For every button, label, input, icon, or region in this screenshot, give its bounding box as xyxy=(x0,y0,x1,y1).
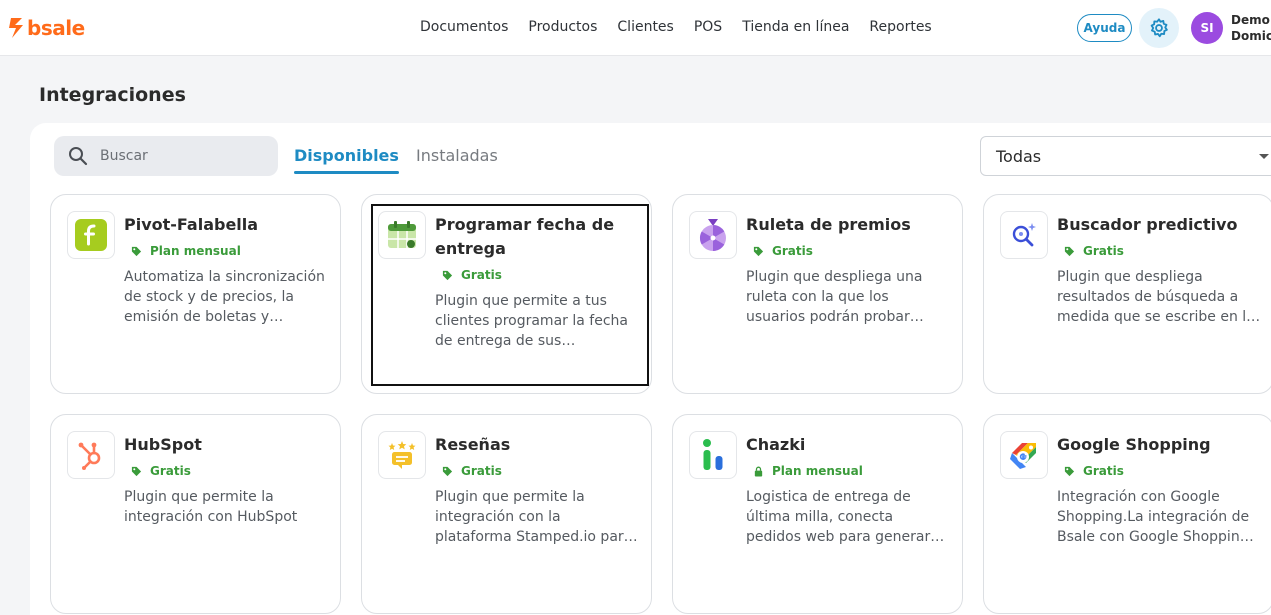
card-badge-label: Gratis xyxy=(150,464,191,478)
card-title: Google Shopping xyxy=(1057,435,1211,454)
card-badge-label: Gratis xyxy=(461,268,502,282)
card-title: Programar fecha de entrega xyxy=(435,215,615,258)
card-description: Plugin que permite la integración con la… xyxy=(435,489,633,545)
card-description: Integración con Google Shopping.La integ… xyxy=(1057,489,1250,545)
user-name-line2: Domici xyxy=(1231,29,1271,43)
card-icon-box xyxy=(1000,431,1048,479)
bsale-logo-icon xyxy=(9,18,23,38)
card-title: Buscador predictivo xyxy=(1057,215,1238,234)
card-icon-box xyxy=(1000,211,1048,259)
nav-documentos[interactable]: Documentos xyxy=(420,19,508,35)
chevron-down-icon xyxy=(1259,154,1269,159)
card-description: Plugin que permite a tus clientes progra… xyxy=(435,293,628,349)
top-bar: bsale Documentos Productos Clientes POS … xyxy=(0,0,1271,56)
tag-icon xyxy=(1064,466,1075,476)
tag-icon xyxy=(442,270,453,280)
card-badge-label: Plan mensual xyxy=(772,464,863,478)
integration-card-programar-fecha[interactable]: Programar fecha de entrega Gratis Plugin… xyxy=(361,194,652,394)
card-badge-label: Gratis xyxy=(461,464,502,478)
integration-card-ruleta-de-premios[interactable]: Ruleta de premios Gratis Plugin que desp… xyxy=(672,194,963,394)
card-badge-label: Plan mensual xyxy=(150,244,241,258)
integration-card-chazki[interactable]: Chazki Plan mensual Logistica de entrega… xyxy=(672,414,963,614)
gear-icon xyxy=(1150,18,1168,38)
card-icon-box xyxy=(67,211,115,259)
integration-card-resenas[interactable]: Reseñas Gratis Plugin que permite la int… xyxy=(361,414,652,614)
card-badge: Gratis xyxy=(442,268,502,282)
card-icon-box xyxy=(689,211,737,259)
card-icon-box xyxy=(378,211,426,259)
card-title: HubSpot xyxy=(124,435,202,454)
card-description: Plugin que despliega una ruleta con la q… xyxy=(746,269,923,325)
card-description: Plugin que despliega resultados de búsqu… xyxy=(1057,269,1255,325)
tag-icon xyxy=(442,466,453,476)
card-badge: Gratis xyxy=(442,464,502,478)
settings-button[interactable] xyxy=(1139,8,1179,48)
card-badge: Plan mensual xyxy=(131,244,241,258)
integration-card-pivot-falabella[interactable]: Pivot-Falabella Plan mensual Automatiza … xyxy=(50,194,341,394)
category-select[interactable]: Todas xyxy=(980,136,1271,176)
tag-icon xyxy=(131,246,142,256)
tag-icon xyxy=(131,466,142,476)
integration-card-hubspot[interactable]: HubSpot Gratis Plugin que permite la int… xyxy=(50,414,341,614)
page-title: Integraciones xyxy=(39,84,186,106)
integration-card-google-shopping[interactable]: Google Shopping Gratis Integración con G… xyxy=(983,414,1271,614)
nav-productos[interactable]: Productos xyxy=(528,19,597,35)
card-title: Pivot-Falabella xyxy=(124,215,259,234)
card-badge-label: Gratis xyxy=(772,244,813,258)
lock-icon xyxy=(754,466,763,477)
nav-pos[interactable]: POS xyxy=(694,19,722,35)
card-badge: Gratis xyxy=(753,244,813,258)
predictive-search-icon xyxy=(1012,223,1036,247)
nav-clientes[interactable]: Clientes xyxy=(617,19,673,35)
card-badge-label: Gratis xyxy=(1083,244,1124,258)
card-description: Logistica de entrega de última milla, co… xyxy=(746,489,931,545)
bsale-logo[interactable]: bsale xyxy=(9,16,85,40)
card-title: Chazki xyxy=(746,435,806,454)
card-badge: Gratis xyxy=(1064,244,1124,258)
card-badge: Gratis xyxy=(131,464,191,478)
card-icon-box xyxy=(67,431,115,479)
logo-text: bsale xyxy=(27,16,85,40)
help-button[interactable]: Ayuda xyxy=(1077,14,1132,42)
card-icon-box xyxy=(689,431,737,479)
google-shopping-icon xyxy=(1010,443,1036,469)
card-badge: Gratis xyxy=(1064,464,1124,478)
falabella-icon xyxy=(75,219,107,251)
user-name[interactable]: Demo I Domici xyxy=(1231,12,1271,44)
search-input[interactable] xyxy=(100,148,250,164)
card-description: Plugin que permite la integración con Hu… xyxy=(124,489,298,525)
card-title: Ruleta de premios xyxy=(746,215,911,234)
nav-tienda-en-linea[interactable]: Tienda en línea xyxy=(742,19,849,35)
tab-disponibles[interactable]: Disponibles xyxy=(294,146,399,174)
tag-icon xyxy=(753,246,764,256)
card-description: Automatiza la sincronización de stock y … xyxy=(124,269,325,325)
card-icon-box xyxy=(378,431,426,479)
tag-icon xyxy=(1064,246,1075,256)
avatar[interactable]: SI xyxy=(1191,12,1223,44)
main-nav: Documentos Productos Clientes POS Tienda… xyxy=(420,19,932,35)
calendar-icon xyxy=(388,221,416,248)
integration-card-buscador-predictivo[interactable]: Buscador predictivo Gratis Plugin que de… xyxy=(983,194,1271,394)
nav-reportes[interactable]: Reportes xyxy=(869,19,931,35)
category-select-value: Todas xyxy=(996,146,1042,166)
reviews-icon xyxy=(388,441,416,469)
card-badge: Plan mensual xyxy=(753,464,863,478)
card-badge-label: Gratis xyxy=(1083,464,1124,478)
hubspot-icon xyxy=(78,442,101,470)
roulette-icon xyxy=(699,219,726,252)
tab-instaladas[interactable]: Instaladas xyxy=(416,146,498,165)
search-box[interactable] xyxy=(54,136,278,176)
card-title: Reseñas xyxy=(435,435,511,454)
user-name-line1: Demo I xyxy=(1231,13,1271,27)
search-icon xyxy=(69,147,88,166)
chazki-icon xyxy=(703,439,723,470)
